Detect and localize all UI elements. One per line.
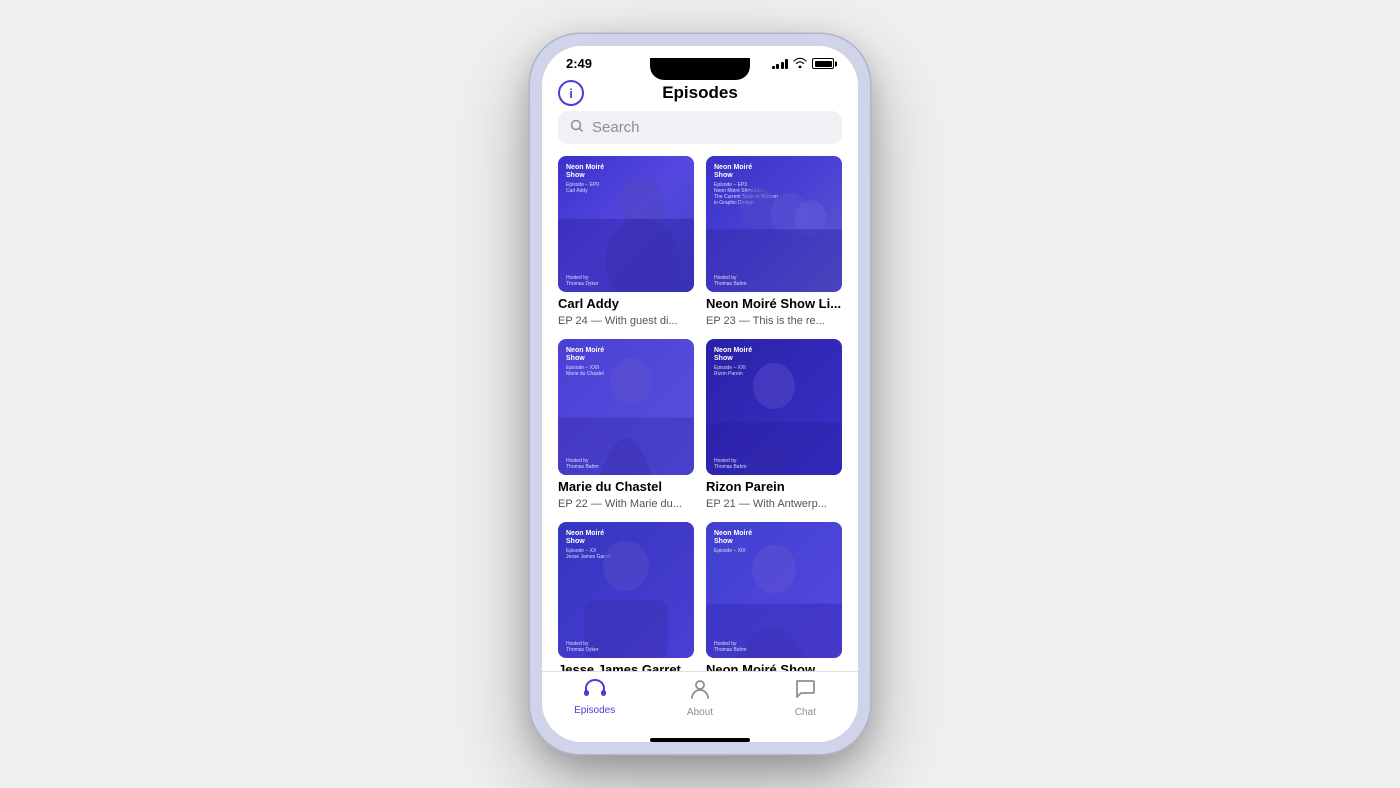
header: i Episodes	[542, 75, 858, 111]
episodes-grid: Neon MoiréShow Episode – EP0Carl Addy Ho…	[542, 156, 858, 671]
episode-thumbnail: Neon MoiréShow Episode – XIX Hosted byTh…	[706, 522, 842, 658]
episode-subtitle: EP 21 — With Antwerp...	[706, 498, 842, 510]
episode-item[interactable]: Neon MoiréShow Episode – XXJesse James G…	[558, 522, 694, 671]
tab-about[interactable]: About	[647, 678, 752, 718]
episode-name: Marie du Chastel	[558, 479, 694, 494]
episode-name: Carl Addy	[558, 296, 694, 311]
phone-frame: 2:49	[530, 34, 870, 754]
app-content: i Episodes Search	[542, 75, 858, 742]
headphones-icon	[583, 678, 607, 702]
episode-thumbnail: Neon MoiréShow Episode – XXIRizon Parein…	[706, 339, 842, 475]
tab-about-label: About	[687, 707, 713, 718]
episode-item[interactable]: Neon MoiréShow Episode – XXIRizon Parein…	[706, 339, 842, 510]
tab-bar: Episodes About	[542, 671, 858, 734]
episode-subtitle: EP 24 — With guest di...	[558, 315, 694, 327]
tab-chat[interactable]: Chat	[753, 678, 858, 718]
episode-subtitle: EP 23 — This is the re...	[706, 315, 842, 327]
episode-item[interactable]: Neon MoiréShow Episode – XXIIMarie du Ch…	[558, 339, 694, 510]
episode-item[interactable]: Neon MoiréShow Episode – EP0Carl Addy Ho…	[558, 156, 694, 327]
episode-name: Neon Moiré Show	[706, 662, 842, 671]
battery-icon	[812, 58, 834, 69]
episode-thumbnail: Neon MoiréShow Episode – XXJesse James G…	[558, 522, 694, 658]
status-icons	[772, 57, 835, 71]
episode-thumbnail: Neon MoiréShow Episode – EP0Carl Addy Ho…	[558, 156, 694, 292]
episode-thumbnail: Neon MoiréShow Episode – EP3Neon Moiré S…	[706, 156, 842, 292]
search-icon	[570, 119, 584, 136]
phone-mockup: 2:49	[530, 34, 870, 754]
episode-name: Jesse James Garret	[558, 662, 694, 671]
chat-icon	[794, 678, 816, 704]
episode-item[interactable]: Neon MoiréShow Episode – EP3Neon Moiré S…	[706, 156, 842, 327]
status-time: 2:49	[566, 56, 592, 71]
wifi-icon	[793, 57, 807, 71]
info-button[interactable]: i	[558, 80, 584, 106]
search-bar[interactable]: Search	[558, 111, 842, 144]
tab-episodes-label: Episodes	[574, 705, 615, 716]
person-icon	[689, 678, 711, 704]
episode-name: Neon Moiré Show Li...	[706, 296, 842, 311]
episode-subtitle: EP 22 — With Marie du...	[558, 498, 694, 510]
notch	[650, 58, 750, 80]
home-indicator	[650, 738, 750, 742]
signal-icon	[772, 59, 789, 69]
search-placeholder: Search	[592, 119, 640, 136]
phone-screen: 2:49	[542, 46, 858, 742]
page-title: Episodes	[662, 83, 738, 103]
tab-chat-label: Chat	[795, 707, 816, 718]
episode-thumbnail: Neon MoiréShow Episode – XXIIMarie du Ch…	[558, 339, 694, 475]
tab-episodes[interactable]: Episodes	[542, 678, 647, 718]
episode-item[interactable]: Neon MoiréShow Episode – XIX Hosted byTh…	[706, 522, 842, 671]
episode-name: Rizon Parein	[706, 479, 842, 494]
